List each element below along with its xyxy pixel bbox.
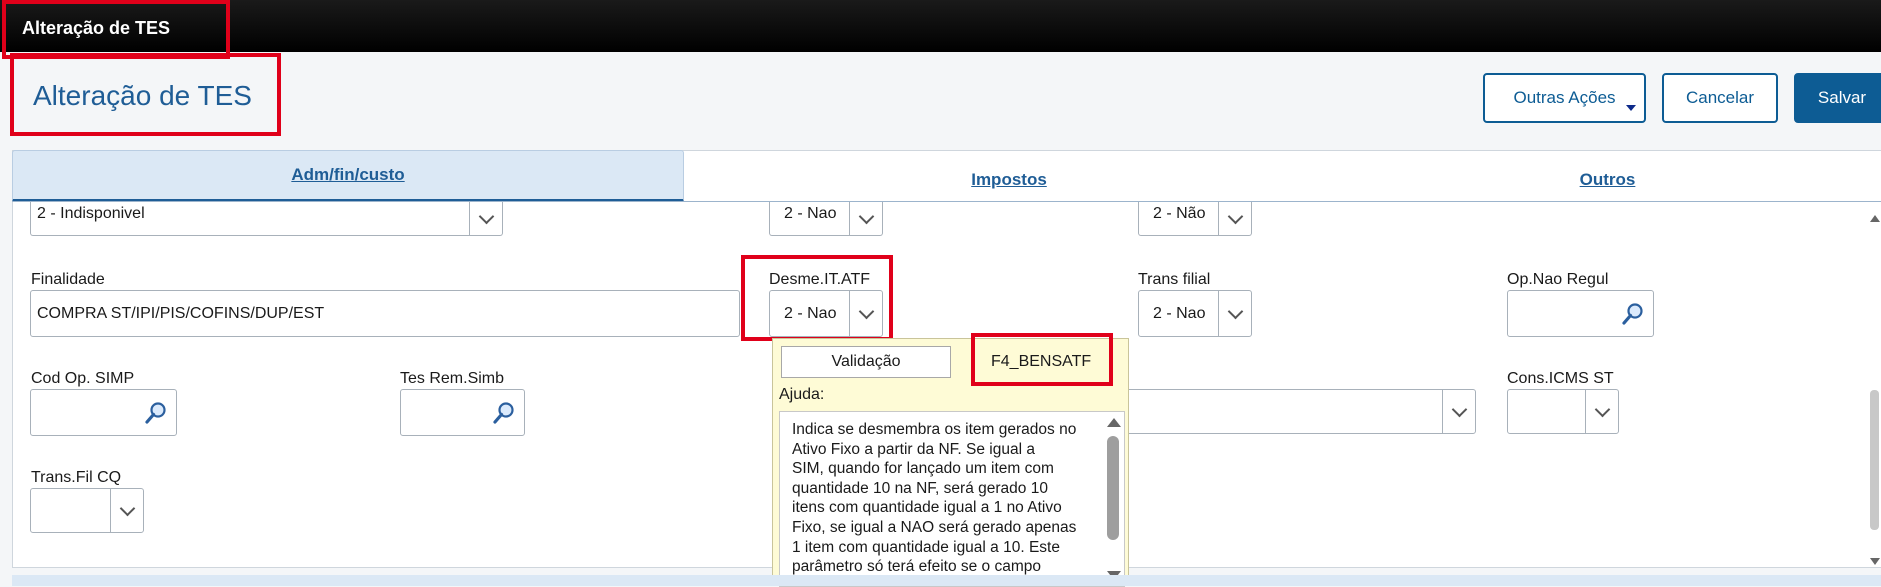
save-button[interactable]: Salvar [1794,73,1881,123]
dropdown-toggle[interactable] [1585,390,1618,433]
highlight-page-title [10,53,281,136]
highlight-field-name [971,333,1113,386]
cod-op-simp-input[interactable] [30,389,177,436]
tab-label: Outros [1579,170,1636,189]
chevron-down-icon [858,208,874,224]
next-section-strip [12,575,1881,586]
search-icon[interactable] [492,401,516,425]
help-text-box: Indica se desmembra os item gerados no A… [779,411,1125,587]
finalidade-value: COMPRA ST/IPI/PIS/COFINS/DUP/EST [37,304,325,322]
chevron-down-icon [1227,208,1243,224]
page-scrollbar[interactable] [1868,215,1881,565]
select-value: 2 - Não [1153,204,1206,222]
help-line: Ativo Fixo a partir da NF. Se igual a [792,440,1035,458]
dropdown-toggle[interactable] [1218,202,1251,235]
help-text: Indica se desmembra os item gerados no A… [792,420,1092,586]
caret-down-icon [1626,105,1636,111]
chevron-down-icon [1227,303,1243,319]
help-line: Indica se desmembra os item gerados no [792,421,1077,438]
help-line: parâmetro só terá efeito se o campo [792,558,1041,576]
cancel-label: Cancelar [1685,88,1755,107]
finalidade-label: Finalidade [31,271,105,288]
select-value: 2 - Nao [1153,304,1206,322]
indisponivel-select[interactable]: 2 - Indisponivel [30,202,503,236]
dropdown-toggle[interactable] [469,202,502,235]
chevron-down-icon [1594,401,1610,417]
tes-rem-simb-input[interactable] [400,389,525,436]
scroll-thumb[interactable] [1107,436,1119,540]
tes-rem-simb-label: Tes Rem.Simb [400,370,505,387]
help-line: quantidade 10 na NF, será gerado 10 [792,479,1048,497]
search-icon[interactable] [1621,302,1645,326]
scroll-down-icon[interactable] [1870,558,1880,565]
validation-label: Validação [831,353,901,370]
window-titlebar: Alteração de TES [0,0,1881,52]
help-line: itens com quantidade igual a 1 no Ativo [792,499,1062,517]
save-label: Salvar [1817,88,1867,107]
chevron-down-icon [1451,401,1467,417]
cons-icms-st-label: Cons.ICMS ST [1507,370,1614,387]
search-icon[interactable] [144,401,168,425]
tab-impostos[interactable]: Impostos [684,150,1334,202]
validation-button[interactable]: Validação [781,346,951,378]
help-label: Ajuda: [779,386,825,403]
tab-label: Impostos [971,170,1047,189]
row0-select-3[interactable]: 2 - Não [1138,202,1252,236]
tab-label: Adm/fin/custo [291,165,405,184]
select-value: 2 - Nao [784,204,837,222]
highlight-desme-field [741,255,893,341]
chevron-down-icon [119,500,135,516]
other-actions-button[interactable]: Outras Ações [1483,73,1646,123]
row2-select-hidden[interactable] [1080,389,1476,434]
chevron-down-icon [478,208,494,224]
trans-fil-cq-select[interactable] [30,488,144,533]
tab-outros[interactable]: Outros [1334,150,1881,202]
highlight-window-title [2,0,230,59]
row0-select-2[interactable]: 2 - Nao [769,202,883,236]
trans-fil-cq-label: Trans.Fil CQ [31,469,122,486]
help-line: 1 item com quantidade igual a 10. Este [792,538,1060,556]
finalidade-input[interactable]: COMPRA ST/IPI/PIS/COFINS/DUP/EST [30,290,740,337]
cons-icms-st-select[interactable] [1507,389,1619,434]
op-nao-regul-input[interactable] [1507,290,1654,337]
cod-op-simp-label: Cod Op. SIMP [31,370,135,387]
help-line: Fixo, se igual a NAO será gerado apenas [792,518,1077,536]
scroll-up-icon[interactable] [1870,215,1880,222]
help-scrollbar[interactable] [1102,412,1124,586]
trans-filial-label: Trans filial [1138,271,1211,288]
dropdown-toggle[interactable] [110,489,143,532]
op-nao-regul-label: Op.Nao Regul [1507,271,1609,288]
dropdown-toggle[interactable] [1218,291,1251,336]
tab-bar: Adm/fin/custo Impostos Outros [12,150,1881,202]
other-actions-label: Outras Ações [1513,88,1616,107]
select-value: 2 - Indisponivel [37,204,145,222]
trans-filial-select[interactable]: 2 - Nao [1138,290,1252,337]
scroll-up-icon[interactable] [1107,418,1121,427]
cancel-button[interactable]: Cancelar [1662,73,1778,123]
scroll-thumb[interactable] [1870,390,1879,530]
tab-adm-fin-custo[interactable]: Adm/fin/custo [12,150,684,202]
help-line: SIM, quando for lançado um item com [792,460,1054,478]
dropdown-toggle[interactable] [1442,390,1475,433]
dropdown-toggle[interactable] [849,202,882,235]
